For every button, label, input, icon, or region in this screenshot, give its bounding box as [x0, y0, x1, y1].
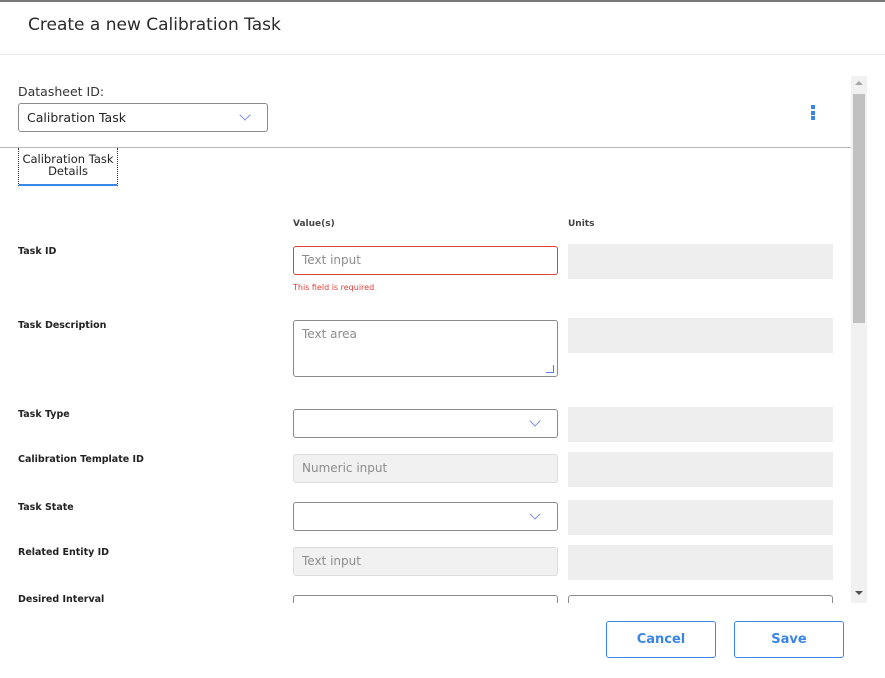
units-column-header: Units: [568, 219, 595, 229]
scroll-up-icon[interactable]: [855, 81, 863, 85]
task-id-error: This field is required: [293, 283, 375, 292]
dialog-title: Create a new Calibration Task: [28, 15, 281, 35]
desired-interval-input[interactable]: [293, 595, 558, 603]
task-state-units: [568, 500, 833, 535]
task-description-label: Task Description: [18, 320, 107, 331]
dialog-header: Create a new Calibration Task: [0, 2, 885, 55]
calibration-template-id-input: Numeric input: [293, 454, 558, 483]
resize-handle-icon[interactable]: [546, 365, 554, 373]
related-entity-id-input: Text input: [293, 547, 558, 576]
task-state-label: Task State: [18, 502, 74, 513]
calibration-template-id-label: Calibration Template ID: [18, 454, 144, 465]
task-id-label: Task ID: [18, 246, 57, 257]
scrollbar-thumb[interactable]: [853, 94, 865, 323]
related-entity-id-units: [568, 545, 833, 580]
task-id-placeholder: Text input: [302, 253, 361, 267]
more-options-icon[interactable]: [811, 105, 816, 120]
desired-interval-units[interactable]: [568, 595, 833, 603]
task-id-units: [568, 244, 833, 279]
cancel-button[interactable]: Cancel: [606, 621, 716, 658]
task-type-units: [568, 407, 833, 442]
datasheet-id-select[interactable]: Calibration Task: [18, 103, 268, 132]
chevron-down-icon: [529, 415, 541, 427]
datasheet-id-value: Calibration Task: [27, 110, 126, 125]
tab-calibration-task-details[interactable]: Calibration Task Details: [18, 148, 118, 186]
task-description-placeholder: Text area: [302, 327, 357, 341]
task-description-textarea[interactable]: Text area: [293, 320, 558, 377]
task-state-select[interactable]: [293, 502, 558, 531]
calibration-template-id-units: [568, 452, 833, 487]
values-column-header: Value(s): [293, 219, 335, 229]
datasheet-id-label: Datasheet ID:: [18, 84, 105, 99]
chevron-down-icon: [529, 508, 541, 520]
task-type-label: Task Type: [18, 409, 70, 420]
task-id-input[interactable]: Text input: [293, 246, 558, 275]
save-button[interactable]: Save: [734, 621, 844, 658]
desired-interval-label: Desired Interval: [18, 594, 105, 603]
calibration-template-id-placeholder: Numeric input: [302, 461, 388, 475]
related-entity-id-label: Related Entity ID: [18, 547, 110, 558]
form-scroll-area: Calibration Task Details Value(s) Units …: [0, 148, 851, 603]
task-type-select[interactable]: [293, 409, 558, 438]
task-description-units: [568, 318, 833, 353]
related-entity-id-placeholder: Text input: [302, 554, 361, 568]
chevron-down-icon: [239, 109, 251, 121]
vertical-scrollbar[interactable]: [851, 76, 867, 603]
scroll-down-icon[interactable]: [855, 591, 863, 595]
